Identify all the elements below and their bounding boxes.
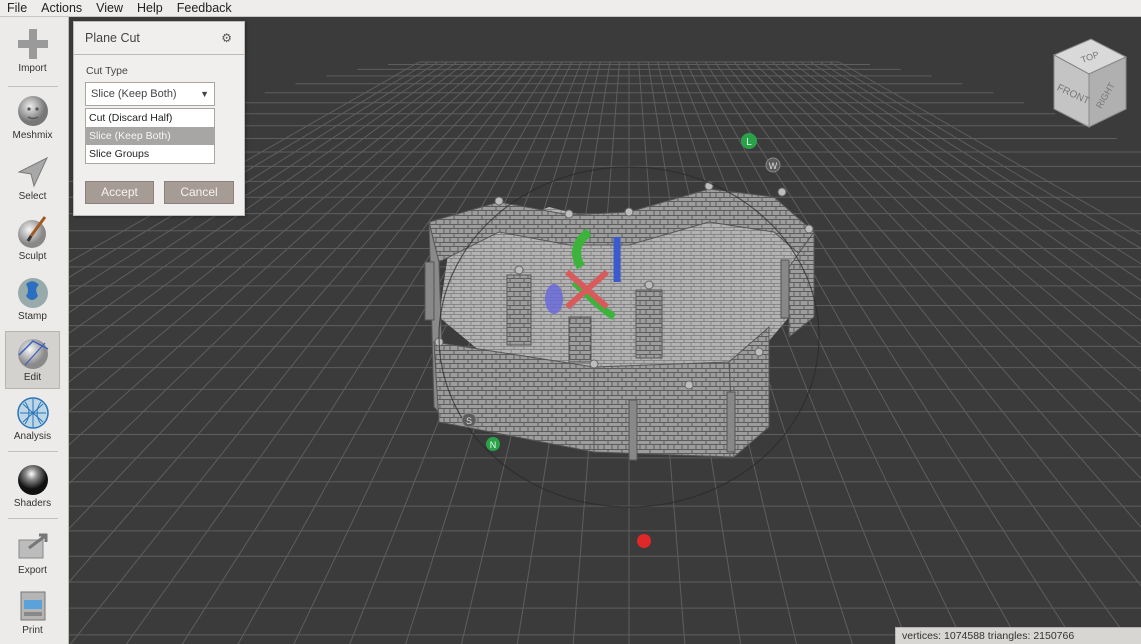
stamp-button[interactable]: Stamp [5,271,60,329]
left-toolbar: Import Meshmix Select Sculpt Stamp Edit [0,17,69,644]
menu-feedback[interactable]: Feedback [170,0,239,17]
marker-s[interactable]: S [461,412,477,428]
edit-label: Edit [23,372,42,383]
stamp-icon [17,278,48,308]
stamp-label: Stamp [18,311,47,322]
toolbar-divider [8,86,58,87]
import-label: Import [18,63,47,74]
menu-help[interactable]: Help [130,0,170,17]
meshmix-label: Meshmix [12,130,53,141]
menu-view[interactable]: View [89,0,130,17]
marker-n[interactable]: N [486,437,500,451]
svg-text:W: W [769,161,778,171]
mesh-stats: vertices: 1074588 triangles: 2150766 [895,627,1141,644]
view-cube[interactable]: TOP FRONT RIGHT [1052,38,1128,128]
chevron-down-icon: ▼ [200,89,209,99]
accept-button[interactable]: Accept [85,181,154,204]
sculpt-button[interactable]: Sculpt [5,211,60,269]
analysis-label: Analysis [13,431,52,442]
grid-line [714,61,1133,644]
marker-l[interactable]: L [741,133,757,149]
option-slice-groups[interactable]: Slice Groups [86,145,214,163]
select-button[interactable]: Select [5,151,60,209]
option-cut-discard-half[interactable]: Cut (Discard Half) [86,109,214,127]
gear-icon[interactable]: ⚙ [221,31,232,45]
cancel-button[interactable]: Cancel [164,181,234,204]
grid-line [762,61,1141,403]
grid-line [724,61,1141,587]
cut-type-label: Cut Type [86,65,128,77]
menu-file[interactable]: File [0,0,34,17]
svg-text:S: S [466,416,472,426]
printer-icon [20,591,45,621]
svg-text:L: L [746,137,752,148]
sculpt-label: Sculpt [18,251,47,262]
cut-type-options: Cut (Discard Half) Slice (Keep Both) Sli… [85,108,215,164]
meshmix-button[interactable]: Meshmix [5,90,60,148]
mesh-sphere-icon [16,397,49,429]
cut-type-value: Slice (Keep Both) [91,88,177,100]
head-icon [17,96,48,126]
export-icon [18,533,47,559]
chrome-sphere-icon [17,465,48,495]
grid-line [838,61,1141,236]
svg-text:N: N [490,440,497,450]
shaders-label: Shaders [13,498,52,509]
print-label: Print [22,625,43,636]
shaders-button[interactable]: Shaders [5,458,60,516]
edit-button[interactable]: Edit [5,331,60,389]
toolbar-divider [8,518,58,519]
dungeon-model[interactable] [424,181,815,461]
print-button[interactable]: Print [5,585,60,643]
analysis-button[interactable]: Analysis [5,391,60,449]
panel-title: Plane Cut [85,31,140,45]
grid-line [819,61,1141,265]
menu-actions[interactable]: Actions [34,0,89,17]
marker-w[interactable]: W [765,157,781,173]
brush-icon [17,216,46,248]
edit-sphere-icon [17,339,48,369]
grid-line [752,61,1141,438]
cut-type-dropdown[interactable]: Slice (Keep Both) ▼ [85,82,215,106]
plus-icon [17,29,48,59]
option-slice-keep-both[interactable]: Slice (Keep Both) [86,127,214,145]
pivot-point[interactable] [637,534,651,548]
export-label: Export [18,565,47,576]
export-button[interactable]: Export [5,525,60,583]
menu-bar: File Actions View Help Feedback [0,0,1141,17]
toolbar-divider [8,451,58,452]
plane-cut-panel: Plane Cut ⚙ Cut Type Slice (Keep Both) ▼… [73,21,245,216]
panel-divider [74,54,244,55]
arrow-icon [16,156,48,188]
import-button[interactable]: Import [5,23,60,81]
grid-line [733,61,1141,528]
select-label: Select [18,191,47,202]
